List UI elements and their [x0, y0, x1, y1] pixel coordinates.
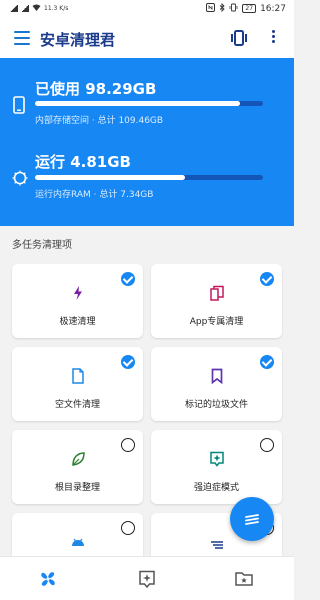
sparkle-box-icon: [209, 451, 225, 467]
app-tiles-icon: [209, 285, 225, 301]
card-app-clean[interactable]: App专属清理: [151, 264, 282, 338]
card-checkbox[interactable]: [121, 355, 135, 369]
android-icon: [70, 534, 86, 550]
storage-used-title: 已使用 98.29GB: [35, 80, 157, 98]
lines-icon: [209, 534, 225, 550]
signal-icon: [10, 5, 18, 12]
bookmark-icon: [209, 368, 225, 385]
card-label: 极速清理: [59, 317, 96, 327]
vibrate-status-icon: [229, 3, 238, 14]
card-checkbox[interactable]: [121, 438, 135, 452]
signal-2-icon: [21, 5, 29, 12]
card-empty-file-clean[interactable]: 空文件清理: [12, 347, 143, 421]
section-title: 多任务清理项: [12, 240, 72, 251]
memory-icon: [12, 170, 28, 188]
nfc-icon: [206, 3, 216, 14]
card-marked-junk[interactable]: 标记的垃圾文件: [151, 347, 282, 421]
storage-panel: 已使用 98.29GB 内部存储空间 · 总计 109.46GB 运行 4.81…: [0, 58, 294, 226]
status-time: 16:27: [260, 3, 286, 14]
sweep-lines-icon: [245, 514, 259, 525]
app-title: 安卓清理君: [40, 31, 116, 49]
storage-progress-fill: [35, 101, 241, 106]
card-label: 强迫症模式: [193, 483, 239, 493]
menu-icon[interactable]: [14, 31, 30, 45]
nav-folder-icon[interactable]: [234, 569, 254, 589]
start-clean-fab[interactable]: [230, 497, 274, 541]
ram-progress-fill: [35, 175, 186, 180]
phone-icon: [12, 96, 28, 114]
card-label: App专属清理: [189, 317, 244, 327]
nav-clean-fan-icon[interactable]: [38, 569, 58, 589]
bottom-navigation: [0, 556, 294, 600]
card-checkbox[interactable]: [260, 438, 274, 452]
status-right: 27 16:27: [206, 2, 286, 14]
card-label: 标记的垃圾文件: [184, 400, 248, 410]
card-label: 根目录整理: [54, 483, 100, 493]
status-left: 11.3 K/s: [10, 4, 68, 13]
card-checkbox[interactable]: [260, 355, 274, 369]
storage-progress-bar: [35, 101, 263, 106]
wifi-icon: [32, 4, 41, 13]
network-speed: 11.3 K/s: [44, 5, 69, 12]
card-ocd-mode[interactable]: 强迫症模式: [151, 430, 282, 504]
battery-icon: 27: [242, 4, 257, 13]
card-checkbox[interactable]: [121, 272, 135, 286]
card-checkbox[interactable]: [260, 272, 274, 286]
card-quick-clean[interactable]: 极速清理: [12, 264, 143, 338]
ram-subtitle: 运行内存RAM · 总计 7.34GB: [35, 190, 154, 200]
card-label: 空文件清理: [54, 400, 100, 410]
nav-tools-icon[interactable]: [137, 569, 157, 589]
empty-file-icon: [70, 368, 86, 384]
lightning-icon: [70, 285, 86, 301]
status-bar: 11.3 K/s 27 16:27: [0, 0, 294, 20]
more-options-icon[interactable]: [272, 30, 276, 46]
ram-progress-bar: [35, 175, 263, 180]
card-checkbox[interactable]: [121, 521, 135, 535]
vibrate-mode-icon[interactable]: [230, 30, 248, 46]
ram-used-title: 运行 4.81GB: [35, 153, 131, 171]
leaf-icon: [70, 451, 86, 467]
card-root-organize[interactable]: 根目录整理: [12, 430, 143, 504]
app-bar: 安卓清理君: [0, 20, 294, 58]
storage-subtitle: 内部存储空间 · 总计 109.46GB: [35, 116, 164, 126]
bluetooth-icon: [219, 2, 226, 14]
